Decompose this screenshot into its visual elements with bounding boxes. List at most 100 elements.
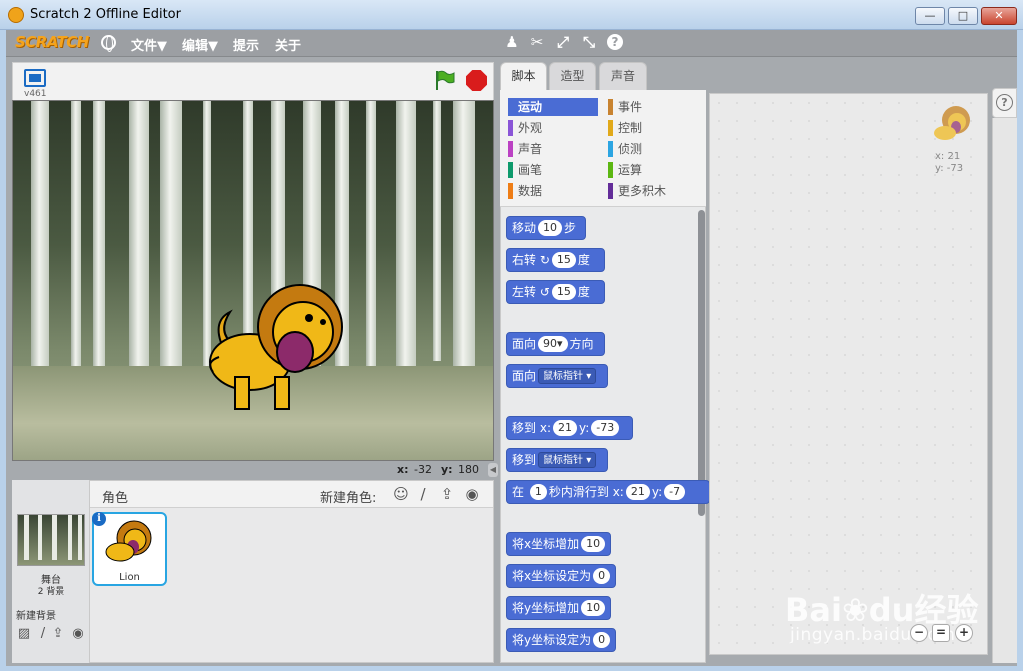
block-text: 移动 <box>512 221 537 235</box>
category-looks[interactable]: 外观 <box>508 119 598 137</box>
category-data[interactable]: 数据 <box>508 182 598 200</box>
upload-backdrop-icon[interactable]: ⇪ <box>50 626 66 642</box>
window-title: Scratch 2 Offline Editor <box>30 7 181 22</box>
block-input[interactable]: 1 <box>529 484 547 500</box>
block-text: 方向 <box>569 337 594 351</box>
block-input[interactable]: 10 <box>538 220 563 236</box>
lion-sprite[interactable] <box>205 282 350 422</box>
block-change-x[interactable]: 将x坐标增加 10 <box>506 532 611 556</box>
menu-edit[interactable]: 编辑▼ <box>182 35 218 54</box>
block-dropdown[interactable]: 鼠标指针 ▾ <box>538 368 597 384</box>
sprites-label: 角色 <box>102 491 129 506</box>
block-goto-xy[interactable]: 移到 x: 21 y: -73 <box>506 416 633 440</box>
block-input[interactable]: 15 <box>551 252 576 268</box>
help-panel <box>992 118 1017 663</box>
block-input[interactable]: 10 <box>581 600 606 616</box>
category-sound[interactable]: 声音 <box>508 140 598 158</box>
delete-scissors-icon[interactable]: ✂ <box>528 33 546 51</box>
block-goto[interactable]: 移到 鼠标指针 ▾ <box>506 448 608 472</box>
script-area[interactable] <box>709 93 988 655</box>
block-set-y[interactable]: 将y坐标设定为 0 <box>506 628 616 652</box>
menu-about[interactable]: 关于 <box>275 35 301 54</box>
maximize-button[interactable]: □ <box>948 7 978 25</box>
category-pen[interactable]: 画笔 <box>508 161 598 179</box>
zoom-reset-icon[interactable]: = <box>932 624 950 642</box>
block-dropdown[interactable]: 鼠标指针 ▾ <box>538 452 597 468</box>
camera-backdrop-icon[interactable]: ◉ <box>70 626 86 642</box>
new-backdrop-label: 新建背景 <box>16 611 56 622</box>
watermark-url: jingyan.baidu.com <box>790 625 956 645</box>
category-motion[interactable]: 运动 <box>508 98 598 116</box>
mouse-y-label: y: <box>441 463 453 476</box>
minimize-button[interactable]: — <box>915 7 945 25</box>
zoom-out-icon[interactable]: − <box>910 624 928 642</box>
app-icon <box>8 7 24 23</box>
category-operators[interactable]: 运算 <box>608 161 698 179</box>
block-text: x: <box>539 421 551 435</box>
backdrop-library-icon[interactable]: ▨ <box>16 626 32 642</box>
block-input[interactable]: 21 <box>553 420 577 436</box>
grow-icon[interactable]: ⤢ <box>554 33 572 51</box>
close-button[interactable]: ✕ <box>981 7 1017 25</box>
sprite-library-header <box>90 481 493 508</box>
block-text: 秒内滑行到 <box>548 485 609 499</box>
block-text: y: <box>651 485 663 499</box>
help-icon[interactable]: ? <box>607 34 623 50</box>
menu-tips[interactable]: 提示 <box>233 35 259 54</box>
camera-sprite-icon[interactable]: ◉ <box>463 485 481 503</box>
block-text: 面向 <box>512 337 537 351</box>
paint-sprite-icon[interactable]: / <box>414 485 432 503</box>
mouse-x-value: -32 <box>414 463 432 476</box>
block-set-x[interactable]: 将x坐标设定为 0 <box>506 564 616 588</box>
block-input[interactable]: 10 <box>581 536 606 552</box>
menu-file[interactable]: 文件▼ <box>131 35 167 54</box>
block-text: 移到 <box>512 421 537 435</box>
paint-backdrop-icon[interactable]: / <box>35 626 51 642</box>
block-input[interactable]: 0 <box>593 632 611 648</box>
stage-header <box>12 62 494 100</box>
block-text: 将x坐标增加 <box>512 537 580 551</box>
category-control[interactable]: 控制 <box>608 119 698 137</box>
block-text: 将x坐标设定为 <box>512 569 592 583</box>
block-glide[interactable]: 在 1 秒内滑行到 x: 21 y: -7 <box>506 480 710 504</box>
fullscreen-icon[interactable] <box>24 69 46 87</box>
palette-scrollbar[interactable] <box>698 210 705 516</box>
new-sprite-label: 新建角色: <box>320 491 377 506</box>
duplicate-stamp-icon[interactable]: ♟ <box>503 33 521 51</box>
block-text: 度 <box>577 253 590 267</box>
upload-sprite-icon[interactable]: ⇪ <box>438 485 456 503</box>
block-input[interactable]: 90▾ <box>538 336 568 352</box>
block-text: 在 <box>512 485 525 499</box>
block-input[interactable]: 21 <box>625 484 650 500</box>
lion-thumbnail <box>105 520 152 562</box>
block-input[interactable]: -7 <box>664 484 686 500</box>
block-text: 将y坐标设定为 <box>512 633 592 647</box>
block-turn-right[interactable]: 右转 ↻ 15 度 <box>506 248 605 272</box>
category-sensing[interactable]: 侦测 <box>608 140 698 158</box>
block-text: 度 <box>577 285 590 299</box>
stage-thumbnail[interactable] <box>17 514 85 566</box>
block-input[interactable]: -73 <box>591 420 620 436</box>
tab-sounds[interactable]: 声音 <box>599 62 647 90</box>
sprite-library-icon[interactable]: ☺ <box>392 485 410 503</box>
block-point-towards[interactable]: 面向 鼠标指针 ▾ <box>506 364 608 388</box>
category-more-blocks[interactable]: 更多积木 <box>608 182 698 200</box>
block-turn-left[interactable]: 左转 ↺ 15 度 <box>506 280 605 304</box>
shrink-icon[interactable]: ⤡ <box>580 33 598 51</box>
block-point-direction[interactable]: 面向 90▾ 方向 <box>506 332 605 356</box>
block-input[interactable]: 15 <box>551 284 576 300</box>
scratch-logo[interactable]: SCRATCH <box>15 33 89 51</box>
block-input[interactable]: 0 <box>593 568 611 584</box>
tab-costumes[interactable]: 造型 <box>549 62 596 90</box>
zoom-in-icon[interactable]: + <box>955 624 973 642</box>
collapse-stage-icon[interactable]: ◀ <box>488 463 498 477</box>
category-events[interactable]: 事件 <box>608 98 698 116</box>
tab-scripts[interactable]: 脚本 <box>500 62 547 91</box>
version-label: v461 <box>24 89 47 99</box>
mouse-y-value: 180 <box>458 463 479 476</box>
language-globe-icon[interactable] <box>101 35 116 52</box>
help-question-icon[interactable]: ? <box>996 94 1013 111</box>
green-flag-icon[interactable] <box>433 69 455 91</box>
block-change-y[interactable]: 将y坐标增加 10 <box>506 596 611 620</box>
block-move-steps[interactable]: 移动 10 步 <box>506 216 586 240</box>
